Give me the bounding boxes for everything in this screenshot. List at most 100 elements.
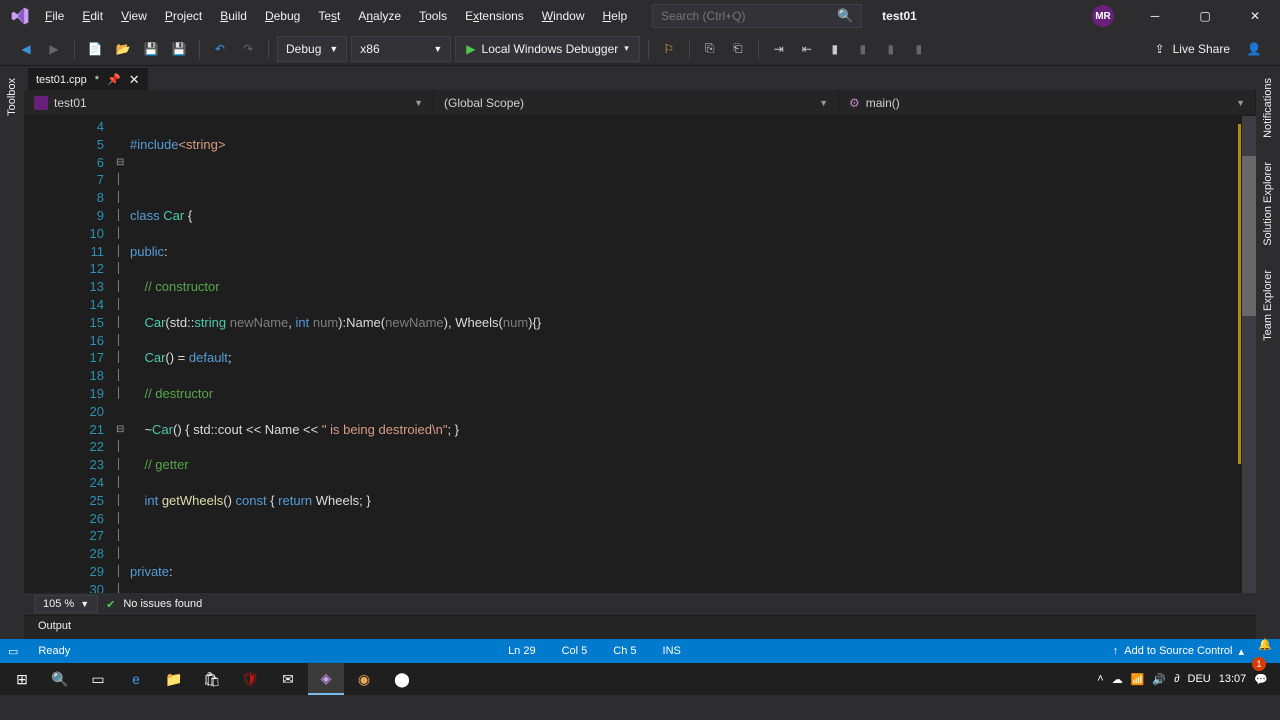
menu-test[interactable]: Test xyxy=(309,3,349,29)
store-icon[interactable]: 🛍 xyxy=(194,663,230,695)
menu-build[interactable]: Build xyxy=(211,3,256,29)
status-col: Col 5 xyxy=(556,645,594,657)
tray-cloud-icon[interactable]: ☁ xyxy=(1112,673,1123,686)
tb-icon-4[interactable]: ▮ xyxy=(851,37,875,61)
tray-lang[interactable]: DEU xyxy=(1188,673,1211,685)
platform-dropdown[interactable]: x86▼ xyxy=(351,36,451,62)
tb-icon-6[interactable]: ▮ xyxy=(907,37,931,61)
ok-icon: ✔ xyxy=(106,598,115,611)
menubar: File Edit View Project Build Debug Test … xyxy=(0,0,1280,32)
close-button[interactable]: ✕ xyxy=(1234,0,1276,32)
file-tab[interactable]: test01.cpp * 📌 ✕ xyxy=(28,68,148,90)
menu-items: File Edit View Project Build Debug Test … xyxy=(36,3,636,29)
solution-explorer-tab[interactable]: Solution Explorer xyxy=(1262,158,1274,250)
tab-bar: test01.cpp * 📌 ✕ xyxy=(24,66,1256,90)
minimize-button[interactable]: ─ xyxy=(1134,0,1176,32)
tray-onedrive-icon[interactable]: ∂ xyxy=(1174,673,1179,685)
statusbar: ▭ Ready Ln 29 Col 5 Ch 5 INS ↑ Add to So… xyxy=(0,639,1280,663)
taskbar: ⊞ 🔍 ▭ e 📁 🛍 🛡 ✉ ◈ ◉ ⬤ ˄ ☁ 📶 🔊 ∂ DEU 13:0… xyxy=(0,663,1280,695)
status-ch: Ch 5 xyxy=(607,645,642,657)
toolbox-tab[interactable]: Toolbox xyxy=(6,74,18,120)
status-icon: ▭ xyxy=(8,645,18,658)
search-input[interactable] xyxy=(661,9,837,23)
scroll-thumb[interactable] xyxy=(1242,156,1256,316)
menu-window[interactable]: Window xyxy=(533,3,594,29)
scrollbar[interactable] xyxy=(1242,116,1256,593)
nav-project[interactable]: test01▼ xyxy=(24,90,434,115)
tb-icon-1[interactable]: ⚐ xyxy=(657,37,681,61)
tray-volume-icon[interactable]: 🔊 xyxy=(1152,673,1166,686)
notifications-tab[interactable]: Notifications xyxy=(1262,74,1274,142)
tb-icon-5[interactable]: ▮ xyxy=(879,37,903,61)
search-button[interactable]: 🔍 xyxy=(42,663,78,695)
tray-time[interactable]: 13:07 xyxy=(1219,673,1247,685)
new-project-button[interactable]: 📄 xyxy=(83,37,107,61)
redo-button[interactable]: ↷ xyxy=(236,37,260,61)
tray-wifi-icon[interactable]: 📶 xyxy=(1131,673,1145,686)
account-button[interactable]: 👤 xyxy=(1242,37,1266,61)
open-button[interactable]: 📂 xyxy=(111,37,135,61)
nav-scope[interactable]: (Global Scope)▼ xyxy=(434,90,839,115)
run-button[interactable]: ▶Local Windows Debugger▾ xyxy=(455,36,640,62)
mcafee-icon[interactable]: 🛡 xyxy=(232,663,268,695)
line-gutter: 4567891011121314151617181920212223242526… xyxy=(24,116,116,593)
source-control-button[interactable]: ↑ Add to Source Control ▴ xyxy=(1113,645,1244,658)
left-rail: Toolbox xyxy=(0,66,24,639)
dirty-indicator: * xyxy=(95,74,99,86)
menu-debug[interactable]: Debug xyxy=(256,3,309,29)
close-tab-icon[interactable]: ✕ xyxy=(129,72,140,88)
fold-margin[interactable]: ⊟│││││││││││││ ⊟││││││││││ xyxy=(116,116,130,593)
nav-back-button[interactable]: ◀ xyxy=(14,37,38,61)
nav-bar: test01▼ (Global Scope)▼ ⚙main()▼ xyxy=(24,90,1256,116)
tb-icon-2[interactable]: ⎘ xyxy=(698,37,722,61)
tb-icon-3[interactable]: ⎗ xyxy=(726,37,750,61)
menu-extensions[interactable]: Extensions xyxy=(456,3,533,29)
zoom-dropdown[interactable]: 105 % ▼ xyxy=(34,595,98,613)
live-share-button[interactable]: ⇪ Live Share xyxy=(1147,42,1238,56)
avatar[interactable]: MR xyxy=(1092,5,1114,27)
outdent-button[interactable]: ⇤ xyxy=(795,37,819,61)
config-dropdown[interactable]: Debug▼ xyxy=(277,36,347,62)
team-explorer-tab[interactable]: Team Explorer xyxy=(1262,266,1274,345)
output-panel[interactable]: Output xyxy=(24,615,1256,639)
edge-icon[interactable]: e xyxy=(118,663,154,695)
comment-button[interactable]: ▮ xyxy=(823,37,847,61)
status-ins: INS xyxy=(657,645,687,657)
editor-footer: 105 % ▼ ✔ No issues found xyxy=(24,593,1256,615)
tray-notify-icon[interactable]: 💬 xyxy=(1254,673,1268,686)
obs-icon[interactable]: ⬤ xyxy=(384,663,420,695)
search-box[interactable]: 🔍 xyxy=(652,4,862,28)
nav-fwd-button[interactable]: ▶ xyxy=(42,37,66,61)
notification-bell-icon[interactable]: 🔔1 xyxy=(1258,638,1272,665)
nav-func[interactable]: ⚙main()▼ xyxy=(839,90,1256,115)
explorer-icon[interactable]: 📁 xyxy=(156,663,192,695)
tab-label: test01.cpp xyxy=(36,74,87,86)
tray-chevron-icon[interactable]: ˄ xyxy=(1097,673,1103,685)
pin-icon[interactable]: 📌 xyxy=(107,73,121,86)
search-icon[interactable]: 🔍 xyxy=(837,8,853,24)
menu-project[interactable]: Project xyxy=(156,3,211,29)
project-name: test01 xyxy=(882,9,917,23)
undo-button[interactable]: ↶ xyxy=(208,37,232,61)
menu-analyze[interactable]: Analyze xyxy=(349,3,410,29)
status-ready: Ready xyxy=(32,645,76,657)
maximize-button[interactable]: ▢ xyxy=(1184,0,1226,32)
save-all-button[interactable]: 💾 xyxy=(167,37,191,61)
toolbar: ◀ ▶ 📄 📂 💾 💾 ↶ ↷ Debug▼ x86▼ ▶Local Windo… xyxy=(0,32,1280,66)
app-icon-1[interactable]: ◉ xyxy=(346,663,382,695)
code-content[interactable]: #include<string> class Car { public: // … xyxy=(130,116,1242,593)
save-button[interactable]: 💾 xyxy=(139,37,163,61)
code-editor[interactable]: 4567891011121314151617181920212223242526… xyxy=(24,116,1256,593)
menu-edit[interactable]: Edit xyxy=(73,3,112,29)
menu-tools[interactable]: Tools xyxy=(410,3,456,29)
mail-icon[interactable]: ✉ xyxy=(270,663,306,695)
menu-view[interactable]: View xyxy=(112,3,156,29)
cpp-icon xyxy=(34,96,48,110)
start-button[interactable]: ⊞ xyxy=(4,663,40,695)
indent-button[interactable]: ⇥ xyxy=(767,37,791,61)
vs-icon[interactable]: ◈ xyxy=(308,663,344,695)
vs-logo xyxy=(4,0,36,32)
task-view-button[interactable]: ▭ xyxy=(80,663,116,695)
menu-file[interactable]: File xyxy=(36,3,73,29)
menu-help[interactable]: Help xyxy=(593,3,636,29)
